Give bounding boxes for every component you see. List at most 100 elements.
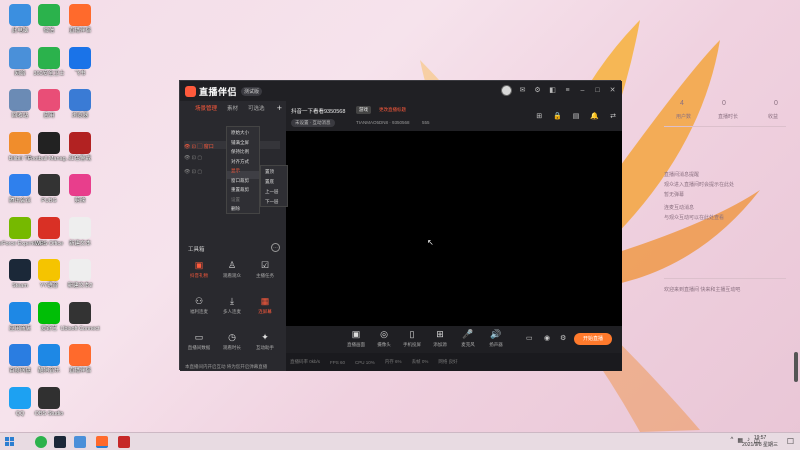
record-icon[interactable]: ▭ [526, 334, 533, 342]
bilibili-icon [9, 131, 31, 154]
tool-item[interactable]: ▦ 连屏幕 [252, 295, 278, 315]
toolbar-item[interactable]: 🔊 扬声器 [484, 329, 508, 348]
tool-item[interactable]: ⚇ 福利连麦 [186, 295, 212, 315]
desktop-icon-label: 新建文本 [68, 240, 91, 247]
page-icon[interactable]: ▤ [573, 112, 580, 120]
desktop-icon[interactable]: 红色警戒 [63, 131, 97, 162]
tool-item[interactable]: ▭ 直播间数据 [186, 331, 212, 351]
context-menu-item[interactable]: 窗口裁剪 [231, 178, 249, 184]
tools-more-icon[interactable]: … [271, 243, 280, 252]
context-menu-item[interactable]: 显示 [231, 168, 240, 174]
message-icon[interactable]: ✉ [518, 86, 527, 95]
layout-icon[interactable]: ⊞ [536, 112, 542, 120]
desktop-icon[interactable]: Football Manag... [28, 131, 70, 162]
taskbar-live-companion-icon[interactable] [96, 436, 108, 448]
close-icon[interactable]: ✕ [608, 86, 617, 95]
context-menu-item[interactable]: 重置裁剪 [231, 187, 249, 193]
camera-icon: ◎ [380, 329, 388, 339]
taskbar-explorer-icon[interactable] [74, 436, 86, 448]
tab-material[interactable]: 素材 [227, 104, 238, 112]
desktop-icon[interactable]: 剪映 [63, 174, 97, 204]
tool-item[interactable]: ◷ 观看时长 [219, 331, 245, 351]
submenu-item[interactable]: 置顶 [265, 169, 274, 175]
tool-item[interactable]: ⤓ 多人连麦 [219, 295, 245, 315]
live-preview[interactable]: ↖ [286, 131, 622, 353]
share-icon[interactable]: ⇄ [610, 112, 616, 120]
tray-expand-icon[interactable]: ^ [730, 437, 733, 446]
category-badge[interactable]: 游戏 [356, 106, 371, 114]
skin-icon[interactable]: ◧ [548, 86, 557, 95]
avatar[interactable] [501, 85, 512, 96]
desktop-icon[interactable]: 飞书 [63, 46, 97, 77]
windows-start-icon[interactable] [5, 437, 14, 446]
stat-label-1: 用户数 [676, 114, 692, 120]
tool-item[interactable]: ♙ 观看观众 [219, 259, 245, 279]
desktop-icon[interactable]: YY语音 [32, 259, 66, 289]
context-menu-item[interactable]: 设置 [231, 197, 240, 203]
desktop-icon[interactable]: 酷狗音乐 [32, 344, 66, 374]
context-menu-item[interactable]: 原始大小 [231, 130, 249, 136]
tool-item[interactable]: ▣ 抖音礼物 [186, 259, 212, 279]
settings-icon[interactable]: ⚙ [533, 86, 542, 95]
taskbar-app-icon[interactable] [118, 436, 130, 448]
context-menu-item[interactable]: 删除 [231, 206, 240, 212]
gear-icon[interactable]: ⚙ [560, 334, 566, 342]
context-menu-item[interactable]: 对齐方式 [231, 159, 249, 165]
toolbar-item[interactable]: ▣ 直播画面 [344, 329, 368, 348]
add-scene-icon[interactable]: + [277, 103, 282, 113]
nvidia-icon [9, 216, 31, 239]
source-row-2[interactable]: 👁 ⊡ ▢ [184, 155, 202, 161]
room-title[interactable]: 抖音一下看看9350568 [291, 107, 345, 115]
desktop-icon[interactable]: 应用 [32, 89, 66, 119]
desktop-icon[interactable]: OBS Studio [32, 386, 66, 417]
desktop-icon[interactable]: 新建文本 [63, 216, 97, 247]
toolbar-item[interactable]: 🎤 麦克风 [456, 329, 480, 348]
lock-icon[interactable]: 🔒 [553, 112, 562, 120]
desktop-icon[interactable]: 360安全卫士 [32, 46, 66, 77]
desktop-icon[interactable]: Ubisoft Connect [60, 301, 100, 332]
edit-title-link[interactable]: 更改直播标题 [379, 107, 406, 113]
desktop-icon[interactable]: 直播伴侣 [63, 344, 97, 374]
notification-icon[interactable]: ☐ [787, 437, 794, 446]
desktop-icon[interactable]: WPS Office [32, 216, 66, 247]
submenu-item[interactable]: 置底 [265, 179, 274, 185]
desktop-icon[interactable]: PUBG [32, 174, 66, 204]
submenu-item[interactable]: 下一层 [265, 199, 279, 205]
submenu-item[interactable]: 上一层 [265, 189, 279, 195]
scroll-handle[interactable] [794, 352, 798, 382]
toolbar-item[interactable]: ▯ 手机投屏 [400, 329, 424, 348]
start-live-button[interactable]: 开始直播 [574, 333, 612, 345]
taskbar-browser-icon[interactable] [35, 436, 47, 448]
desktop-icon-label: 爱奇艺 [40, 325, 58, 332]
maximize-icon[interactable]: □ [593, 86, 602, 95]
desktop-icon[interactable]: 新建文本2 [63, 259, 97, 289]
eye-icon[interactable]: ◉ [544, 334, 550, 342]
context-menu-item[interactable]: 铺满全屏 [231, 140, 249, 146]
source-row-window[interactable]: 👁 ⊡ ▢ 窗口 [184, 143, 214, 150]
tool-item[interactable]: ☑ 主播任务 [252, 259, 278, 279]
toolbar-item[interactable]: ◎ 摄像头 [372, 329, 396, 348]
tool-label: 连屏幕 [258, 309, 272, 314]
desktop-icon[interactable]: 直播伴侣 [63, 4, 97, 34]
tab-scene[interactable]: 场景管理 [195, 104, 217, 112]
capcut-icon [69, 174, 91, 196]
title-bar[interactable]: 直播伴侣 测试版 ✉ ⚙ ◧ ≡ – □ ✕ [180, 81, 622, 101]
desktop-icon-label: 应用商店 [8, 325, 31, 332]
heat-count: 555 [422, 120, 430, 125]
panel-footer: 欢迎来到直播间 快来和主播互动吧 [664, 287, 741, 293]
bell-icon[interactable]: 🔔 [590, 112, 599, 120]
desktop-icon[interactable]: 浏览器 [63, 89, 97, 119]
toolbar-item[interactable]: ⊞ 添加源 [428, 329, 452, 348]
tool-item[interactable]: ✦ 互动助手 [252, 331, 278, 351]
context-menu-item[interactable]: 保持比例 [231, 149, 249, 155]
minimize-icon[interactable]: – [578, 86, 587, 95]
taskbar-steam-icon[interactable] [54, 436, 66, 448]
menu-icon[interactable]: ≡ [563, 86, 572, 95]
desktop-icon[interactable]: 微信 [32, 4, 66, 34]
interaction-pill[interactable]: 未设置 · 互动消息 [291, 119, 335, 127]
version-badge: 测试版 [241, 86, 263, 96]
source-row-3[interactable]: 👁 ⊡ ▢ [184, 169, 202, 175]
tab-optional[interactable]: 可选选 [248, 104, 265, 112]
tool-label: 观看时长 [223, 345, 241, 350]
clock[interactable]: 19:57 2021/9/8 星期三 [742, 435, 778, 449]
